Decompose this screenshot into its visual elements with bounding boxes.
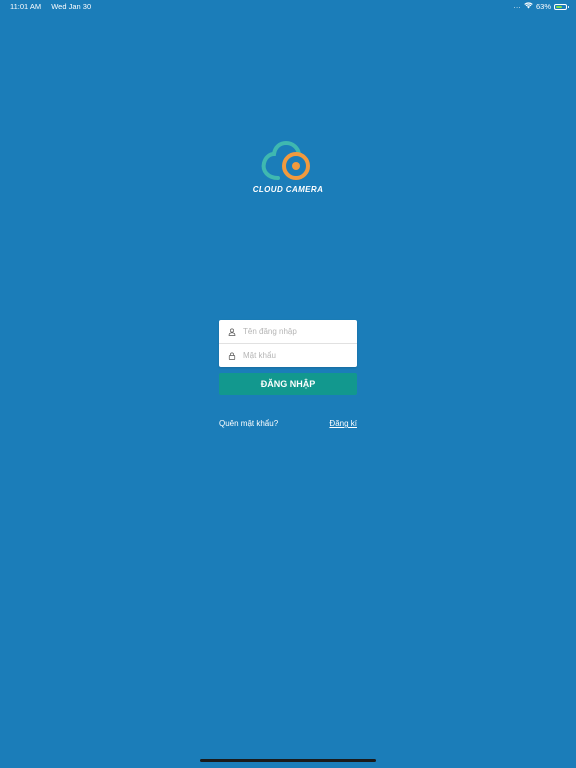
status-dots: ... [513,3,521,10]
username-input[interactable] [243,327,348,336]
app-logo: CLOUD CAMERA [240,140,336,196]
home-indicator[interactable] [200,759,376,762]
username-field [219,320,357,344]
user-icon [227,327,237,337]
battery-icon [554,4,569,10]
status-left: 11:01 AM Wed Jan 30 [10,0,91,14]
login-button[interactable]: ĐĂNG NHẬP [219,373,357,395]
cloud-camera-icon [261,140,310,180]
register-link[interactable]: Đăng kí [329,419,357,428]
logo-text: CLOUD CAMERA [252,185,324,194]
battery-level [556,6,562,8]
status-date: Wed Jan 30 [51,2,92,11]
lock-icon [227,351,237,361]
status-time: 11:01 AM [10,2,42,11]
status-right: ... 63% [513,0,569,14]
forgot-password-link[interactable]: Quên mật khẩu? [219,419,278,428]
password-field [219,344,357,367]
wifi-icon [524,0,533,14]
password-input[interactable] [243,351,348,360]
status-bar: 11:01 AM Wed Jan 30 ... 63% [0,0,576,14]
battery-percent: 63% [535,2,551,11]
login-card [219,320,357,367]
